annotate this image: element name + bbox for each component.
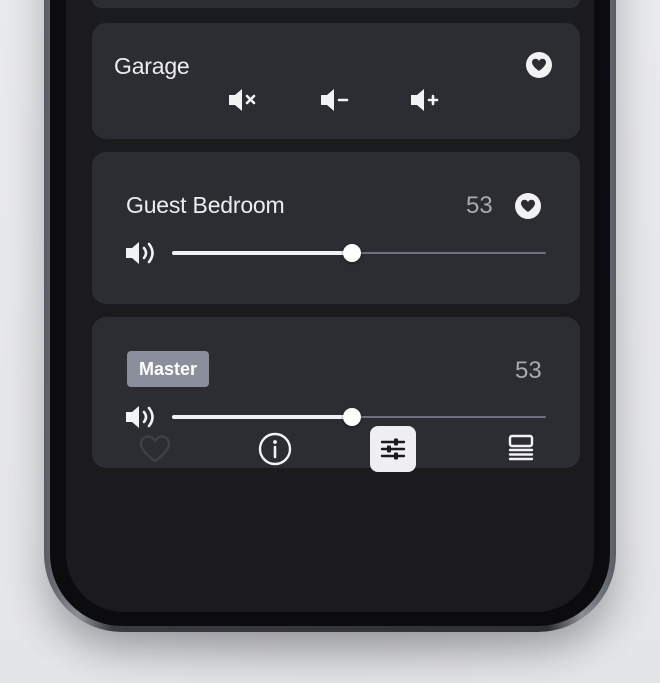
phone-screen: Garage Guest Bedroom 53 Master 53 [66, 0, 594, 612]
sliders-icon [380, 438, 406, 460]
room-card-guest-bedroom[interactable]: Guest Bedroom 53 [92, 152, 580, 304]
room-name-garage: Garage [114, 53, 190, 79]
speaker-plus-icon [411, 89, 439, 111]
speaker-minus-icon [321, 89, 349, 111]
speaker-mute-icon [229, 89, 256, 111]
phone-bezel: Garage Guest Bedroom 53 Master 53 [50, 0, 610, 626]
nav-mixer-button[interactable] [370, 426, 416, 472]
stage: Garage Guest Bedroom 53 Master 53 [0, 0, 660, 683]
info-icon [258, 432, 292, 466]
slider-fill [172, 251, 352, 255]
nav-rooms-button[interactable] [498, 426, 544, 472]
speaker-volume-icon [126, 242, 154, 264]
phone-frame: Garage Guest Bedroom 53 Master 53 [44, 0, 616, 632]
heart-icon[interactable] [526, 52, 552, 78]
stack-icon [508, 434, 534, 461]
mute-button[interactable] [226, 85, 262, 115]
slider-thumb[interactable] [342, 408, 361, 426]
volume-slider-master[interactable] [172, 408, 546, 426]
volume-value-master: 53 [515, 357, 542, 384]
volume-up-button[interactable] [408, 85, 444, 115]
volume-slider-guest-bedroom[interactable] [172, 244, 546, 262]
heart-icon[interactable] [515, 193, 541, 219]
volume-down-button[interactable] [318, 85, 354, 115]
slider-fill [172, 415, 352, 419]
master-badge: Master [127, 351, 210, 387]
heart-outline-icon [139, 435, 171, 463]
slider-thumb[interactable] [342, 244, 361, 262]
room-card-partial [92, 0, 580, 8]
nav-favorites-button[interactable] [132, 426, 178, 472]
nav-info-button[interactable] [252, 426, 298, 472]
room-card-garage[interactable]: Garage [92, 23, 580, 139]
volume-value-guest-bedroom: 53 [466, 192, 493, 219]
room-name-guest-bedroom: Guest Bedroom [126, 192, 285, 218]
